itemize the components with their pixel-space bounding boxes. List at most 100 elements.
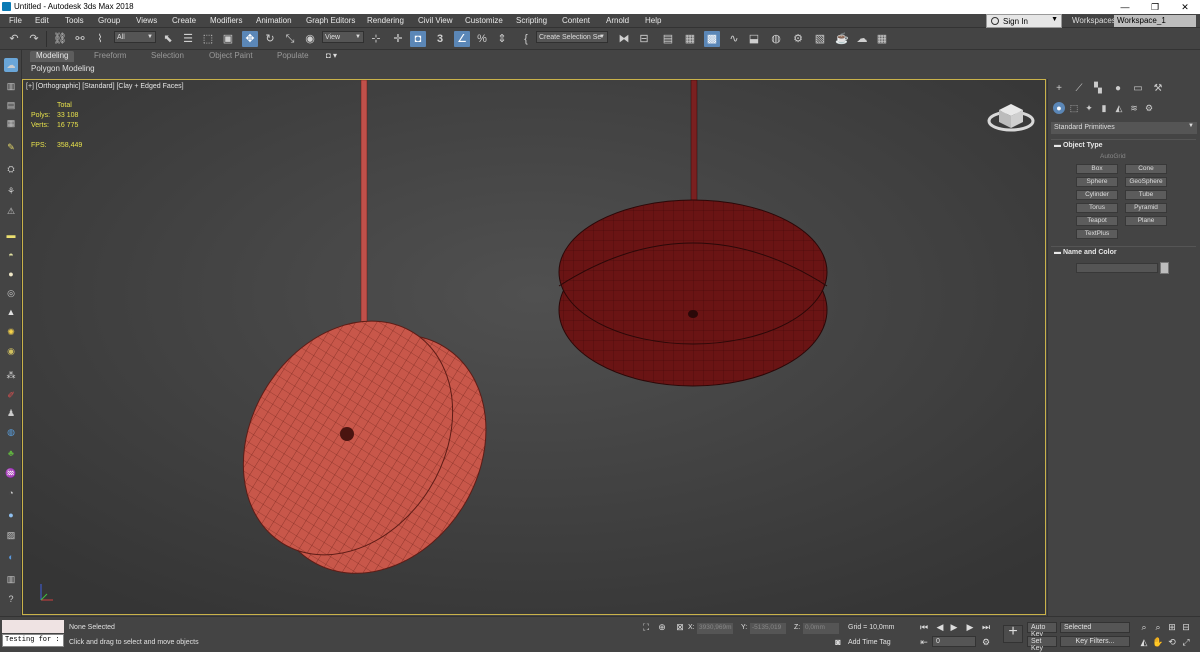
snaps-toggle-icon[interactable]: 3 bbox=[432, 31, 448, 47]
viewport-layout-icon[interactable]: ▥ bbox=[4, 572, 18, 586]
geometry-icon[interactable]: ● bbox=[1053, 102, 1065, 114]
lights-icon[interactable]: ✦ bbox=[1083, 102, 1095, 114]
layer-explorer-icon[interactable]: ▦ bbox=[682, 31, 698, 47]
z-coordinate-field[interactable]: 0,0mm bbox=[803, 623, 839, 634]
motion-icon[interactable]: ⛭ bbox=[4, 162, 18, 176]
zoom-all-icon[interactable]: ⌕ bbox=[1152, 621, 1164, 633]
select-and-place-icon[interactable]: ◉ bbox=[302, 31, 318, 47]
menu-views[interactable]: Views bbox=[136, 16, 157, 25]
modify-tab-icon[interactable]: ⟋ bbox=[1072, 82, 1086, 96]
add-time-tag[interactable]: Add Time Tag bbox=[848, 639, 891, 646]
panel-polygon-modeling[interactable]: Polygon Modeling bbox=[31, 64, 95, 73]
key-mode-icon[interactable]: ⇤ bbox=[918, 636, 930, 648]
tab-selection[interactable]: Selection bbox=[145, 51, 190, 62]
menu-civil-view[interactable]: Civil View bbox=[418, 16, 453, 25]
mirror-icon[interactable]: ⧓ bbox=[616, 31, 632, 47]
ribbon-options-icon[interactable]: ◘ ▾ bbox=[320, 51, 343, 62]
edit-named-selection-icon[interactable]: { bbox=[518, 31, 534, 47]
orbit-icon[interactable]: ⟲ bbox=[1166, 636, 1178, 648]
cone-button[interactable]: Cone bbox=[1125, 164, 1167, 174]
menu-arnold[interactable]: Arnold bbox=[606, 16, 629, 25]
menu-graph-editors[interactable]: Graph Editors bbox=[306, 16, 355, 25]
layer-icon[interactable]: ▤ bbox=[4, 98, 18, 112]
ribbon-toggle-icon[interactable]: ▩ bbox=[704, 31, 720, 47]
tab-object-paint[interactable]: Object Paint bbox=[203, 51, 259, 62]
menu-file[interactable]: File bbox=[9, 16, 22, 25]
menu-content[interactable]: Content bbox=[562, 16, 590, 25]
rendered-frame-window-icon[interactable]: ▧ bbox=[812, 31, 828, 47]
render-setup-icon[interactable]: ⚙ bbox=[790, 31, 806, 47]
scene-explorer-icon[interactable]: ▤ bbox=[660, 31, 676, 47]
isolate-icon[interactable]: ⊕ bbox=[656, 621, 668, 633]
sphere-gold-icon[interactable]: ◉ bbox=[4, 344, 18, 358]
redo-icon[interactable]: ↷ bbox=[26, 31, 42, 47]
render-in-cloud-icon[interactable]: ☁ bbox=[854, 31, 870, 47]
auto-key-button[interactable]: Auto Key bbox=[1027, 622, 1057, 638]
menu-animation[interactable]: Animation bbox=[256, 16, 292, 25]
plant-icon[interactable]: ♣ bbox=[4, 446, 18, 460]
menu-help[interactable]: Help bbox=[645, 16, 661, 25]
hierarchy-tab-icon[interactable]: ▚ bbox=[1091, 82, 1105, 96]
select-and-scale-icon[interactable]: ⤡ bbox=[282, 31, 298, 47]
go-to-end-icon[interactable]: ⏭ bbox=[980, 621, 992, 633]
sign-in-button[interactable]: Sign In ▼ bbox=[986, 14, 1062, 28]
menu-edit[interactable]: Edit bbox=[35, 16, 49, 25]
maxscript-mini-listener[interactable]: Testing for : bbox=[2, 634, 64, 647]
create-tab-icon[interactable]: + bbox=[1052, 82, 1066, 96]
render-icon[interactable]: ◐ bbox=[4, 550, 18, 564]
schematic-view-icon[interactable]: ⬓ bbox=[746, 31, 762, 47]
set-key-button[interactable]: Set Key bbox=[1027, 636, 1057, 652]
spinner-snap-icon[interactable]: ⇕ bbox=[494, 31, 510, 47]
lock-selection-icon[interactable]: ⛶ bbox=[640, 621, 652, 633]
next-frame-icon[interactable]: ▶ bbox=[964, 621, 976, 633]
tab-populate[interactable]: Populate bbox=[271, 51, 315, 62]
align-icon[interactable]: ⊟ bbox=[636, 31, 652, 47]
unlink-icon[interactable]: ⚯ bbox=[72, 31, 88, 47]
viewport-label[interactable]: [+] [Orthographic] [Standard] [Clay + Ed… bbox=[26, 83, 184, 90]
previous-frame-icon[interactable]: ◀ bbox=[934, 621, 946, 633]
globe-icon[interactable]: ◍ bbox=[4, 425, 18, 439]
close-button[interactable]: ✕ bbox=[1170, 0, 1200, 14]
sphere-icon[interactable]: ● bbox=[4, 267, 18, 281]
modifier-icon[interactable]: ⚠ bbox=[4, 204, 18, 218]
display-tab-icon[interactable]: ▭ bbox=[1131, 82, 1145, 96]
curve-editor-icon[interactable]: ∿ bbox=[726, 31, 742, 47]
zoom-icon[interactable]: ⌕ bbox=[1138, 621, 1150, 633]
torus-icon[interactable]: ◎ bbox=[4, 286, 18, 300]
object-color-swatch[interactable] bbox=[1160, 262, 1169, 274]
key-mode-dropdown[interactable]: Selected bbox=[1060, 622, 1130, 633]
pivot-center-icon[interactable]: ⊹ bbox=[368, 31, 384, 47]
plane-icon[interactable]: ▬ bbox=[4, 228, 18, 242]
reference-coordinate-dropdown[interactable]: View ▼ bbox=[322, 31, 364, 43]
absolute-mode-icon[interactable]: ⊠ bbox=[674, 621, 686, 633]
textplus-button[interactable]: TextPlus bbox=[1076, 229, 1118, 239]
y-coordinate-field[interactable]: -5135,019 bbox=[750, 623, 786, 634]
particle-icon[interactable]: ⁂ bbox=[4, 368, 18, 382]
object-name-input[interactable] bbox=[1076, 263, 1158, 273]
texture-icon[interactable]: ▨ bbox=[4, 528, 18, 542]
tube-button[interactable]: Tube bbox=[1125, 190, 1167, 200]
menu-modifiers[interactable]: Modifiers bbox=[210, 16, 242, 25]
object-type-rollout[interactable]: ▬ Object Type bbox=[1051, 139, 1196, 151]
tab-freeform[interactable]: Freeform bbox=[88, 51, 132, 62]
select-and-move-icon[interactable]: ✥ bbox=[242, 31, 258, 47]
grid-icon[interactable]: ▦ bbox=[4, 116, 18, 130]
pyramid-button[interactable]: Pyramid bbox=[1125, 203, 1167, 213]
maxscript-listener[interactable] bbox=[2, 620, 64, 633]
tab-modeling[interactable]: Modeling bbox=[30, 51, 75, 62]
viewport[interactable]: [+] [Orthographic] [Standard] [Clay + Ed… bbox=[22, 79, 1046, 615]
zoom-extents-all-icon[interactable]: ⊟ bbox=[1180, 621, 1192, 633]
current-frame-field[interactable]: 0 bbox=[932, 636, 976, 647]
select-object-icon[interactable]: ⬉ bbox=[160, 31, 176, 47]
render-production-icon[interactable]: ☕ bbox=[834, 31, 850, 47]
menu-create[interactable]: Create bbox=[172, 16, 196, 25]
select-by-name-icon[interactable]: ☰ bbox=[180, 31, 196, 47]
space-warps-icon[interactable]: ≋ bbox=[1128, 102, 1140, 114]
window-crossing-icon[interactable]: ▣ bbox=[220, 31, 236, 47]
menu-rendering[interactable]: Rendering bbox=[367, 16, 404, 25]
key-filters-button[interactable]: Key Filters... bbox=[1060, 636, 1130, 647]
plane-button[interactable]: Plane bbox=[1125, 216, 1167, 226]
bind-space-warp-icon[interactable]: ⌇ bbox=[92, 31, 108, 47]
walker-icon[interactable]: ♟ bbox=[4, 406, 18, 420]
helpers-icon[interactable]: ◭ bbox=[1113, 102, 1125, 114]
